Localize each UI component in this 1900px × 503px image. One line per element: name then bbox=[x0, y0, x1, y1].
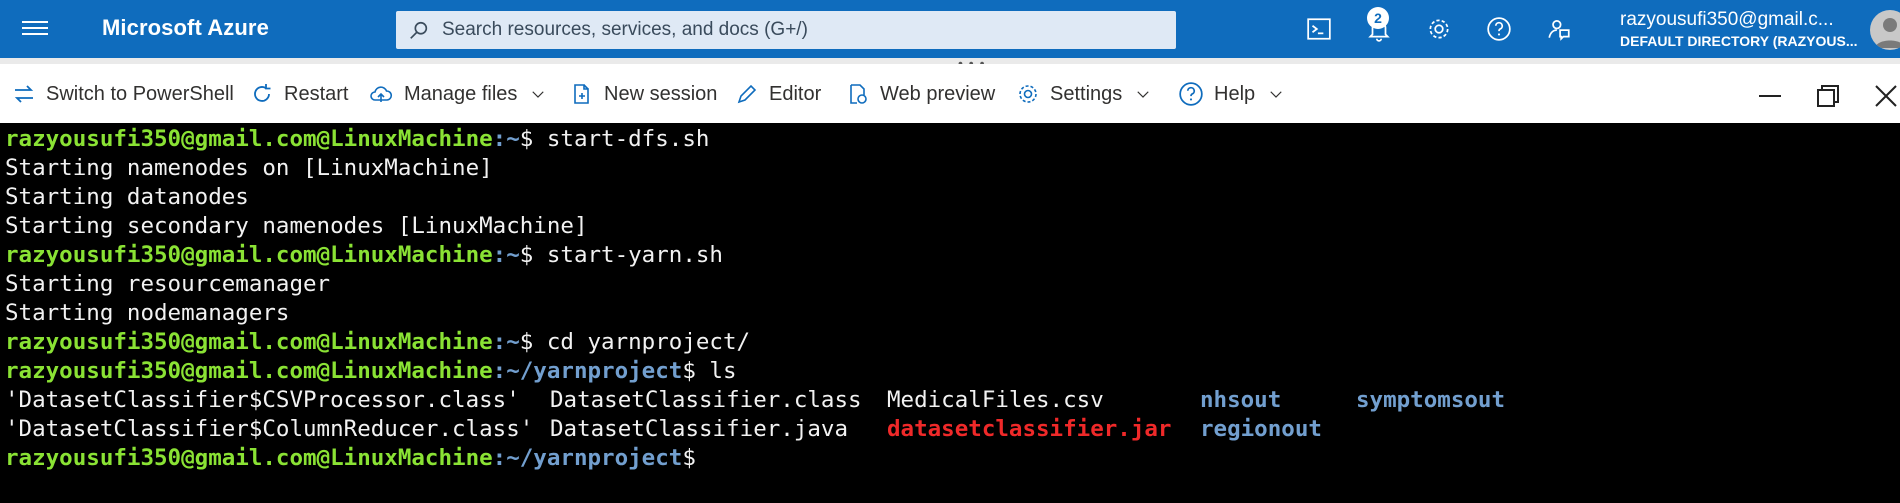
directory-entry: nhsout bbox=[1200, 387, 1282, 413]
account-directory: DEFAULT DIRECTORY (RAZYOUS... bbox=[1620, 33, 1858, 49]
prompt-user: razyousufi350@gmail.com@LinuxMachine bbox=[5, 126, 493, 152]
directory-entry: regionout bbox=[1200, 416, 1322, 442]
web-preview-button[interactable]: Web preview bbox=[846, 79, 995, 109]
pencil-icon bbox=[737, 84, 757, 104]
settings-label: Settings bbox=[1050, 82, 1123, 105]
directory-entry: symptomsout bbox=[1356, 387, 1506, 413]
file-entry: 'DatasetClassifier$CSVProcessor.class' bbox=[5, 387, 520, 413]
prompt-user: razyousufi350@gmail.com@LinuxMachine bbox=[5, 242, 493, 268]
help-button[interactable]: Help bbox=[1178, 79, 1295, 109]
output-line: Starting resourcemanager bbox=[5, 271, 331, 297]
close-icon[interactable] bbox=[1872, 82, 1900, 110]
feedback-icon[interactable] bbox=[1544, 14, 1574, 44]
cloud-upload-icon bbox=[370, 86, 393, 102]
new-session-button[interactable]: New session bbox=[570, 79, 717, 109]
output-line: Starting nodemanagers bbox=[5, 300, 290, 326]
command-text: $ bbox=[682, 445, 696, 471]
file-entry: 'DatasetClassifier$ColumnReducer.class' bbox=[5, 416, 534, 442]
prompt-path: :~ bbox=[492, 329, 520, 355]
editor-button[interactable]: Editor bbox=[735, 79, 821, 109]
cloud-shell-toolbar: Switch to PowerShell Restart Manage file… bbox=[0, 64, 1900, 124]
ls-row: 'DatasetClassifier$ColumnReducer.class' D… bbox=[5, 415, 1900, 444]
switch-icon bbox=[14, 85, 34, 103]
editor-label: Editor bbox=[769, 82, 822, 105]
account-menu[interactable]: razyousufi350@gmail.c... DEFAULT DIRECTO… bbox=[1620, 9, 1860, 49]
help-label: Help bbox=[1214, 82, 1256, 105]
account-email: razyousufi350@gmail.c... bbox=[1620, 9, 1834, 30]
help-icon bbox=[1179, 82, 1203, 106]
avatar[interactable] bbox=[1870, 10, 1900, 50]
menu-icon[interactable] bbox=[22, 17, 48, 39]
chevron-down-icon bbox=[1137, 91, 1149, 98]
terminal-line: razyousufi350@gmail.com@LinuxMachine:~/y… bbox=[5, 357, 1900, 386]
prompt-user: razyousufi350@gmail.com@LinuxMachine bbox=[5, 329, 493, 355]
maximize-icon[interactable] bbox=[1814, 82, 1842, 110]
notification-badge: 2 bbox=[1367, 7, 1389, 29]
restart-icon bbox=[254, 84, 271, 102]
terminal-line: razyousufi350@gmail.com@LinuxMachine:~$ … bbox=[5, 241, 1900, 270]
output-line: Starting namenodes on [LinuxMachine] bbox=[5, 155, 493, 181]
prompt-path: :~ bbox=[492, 242, 520, 268]
new-session-icon bbox=[574, 84, 589, 104]
output-line: Starting secondary namenodes [LinuxMachi… bbox=[5, 213, 588, 239]
switch-shell-button[interactable]: Switch to PowerShell bbox=[12, 79, 234, 109]
help-icon[interactable] bbox=[1484, 14, 1514, 44]
search-placeholder: Search resources, services, and docs (G+… bbox=[442, 19, 808, 40]
prompt-path: :~/yarnproject bbox=[492, 445, 683, 471]
cloud-shell-icon[interactable] bbox=[1304, 14, 1334, 44]
command-text: $ cd yarnproject/ bbox=[519, 329, 751, 355]
gear-icon[interactable] bbox=[1424, 14, 1454, 44]
minimize-icon[interactable] bbox=[1756, 82, 1784, 110]
gear-icon bbox=[1019, 85, 1037, 103]
file-entry: DatasetClassifier.class bbox=[550, 387, 862, 413]
prompt-user: razyousufi350@gmail.com@LinuxMachine bbox=[5, 445, 493, 471]
ls-row: 'DatasetClassifier$CSVProcessor.class' Da… bbox=[5, 386, 1900, 415]
search-icon bbox=[410, 21, 428, 39]
web-preview-label: Web preview bbox=[880, 82, 996, 105]
file-entry: MedicalFiles.csv bbox=[887, 387, 1104, 413]
terminal-line: razyousufi350@gmail.com@LinuxMachine:~$ … bbox=[5, 328, 1900, 357]
terminal[interactable]: razyousufi350@gmail.com@LinuxMachine:~$ … bbox=[0, 123, 1900, 503]
chevron-down-icon bbox=[1270, 91, 1282, 98]
prompt-path: :~ bbox=[492, 126, 520, 152]
output-line: Starting datanodes bbox=[5, 184, 249, 210]
chevron-down-icon bbox=[532, 91, 545, 98]
command-text: $ ls bbox=[682, 358, 737, 384]
terminal-line: razyousufi350@gmail.com@LinuxMachine:~$ … bbox=[5, 125, 1900, 154]
restart-label: Restart bbox=[284, 82, 349, 105]
switch-shell-label: Switch to PowerShell bbox=[46, 82, 234, 105]
manage-files-label: Manage files bbox=[404, 82, 518, 105]
terminal-line: razyousufi350@gmail.com@LinuxMachine:~/y… bbox=[5, 444, 1900, 473]
new-session-label: New session bbox=[604, 82, 718, 105]
web-preview-icon bbox=[850, 84, 867, 104]
settings-button[interactable]: Settings bbox=[1016, 79, 1162, 109]
search-input[interactable]: Search resources, services, and docs (G+… bbox=[396, 11, 1176, 49]
manage-files-button[interactable]: Manage files bbox=[368, 79, 557, 109]
command-text: $ start-yarn.sh bbox=[519, 242, 723, 268]
azure-top-bar: Microsoft Azure Search resources, servic… bbox=[0, 0, 1900, 58]
prompt-path: :~/yarnproject bbox=[492, 358, 683, 384]
jar-file-entry: datasetclassifier.jar bbox=[887, 416, 1172, 442]
command-text: $ start-dfs.sh bbox=[519, 126, 710, 152]
restart-button[interactable]: Restart bbox=[250, 79, 348, 109]
file-entry: DatasetClassifier.java bbox=[550, 416, 849, 442]
prompt-user: razyousufi350@gmail.com@LinuxMachine bbox=[5, 358, 493, 384]
brand-title[interactable]: Microsoft Azure bbox=[102, 15, 269, 41]
